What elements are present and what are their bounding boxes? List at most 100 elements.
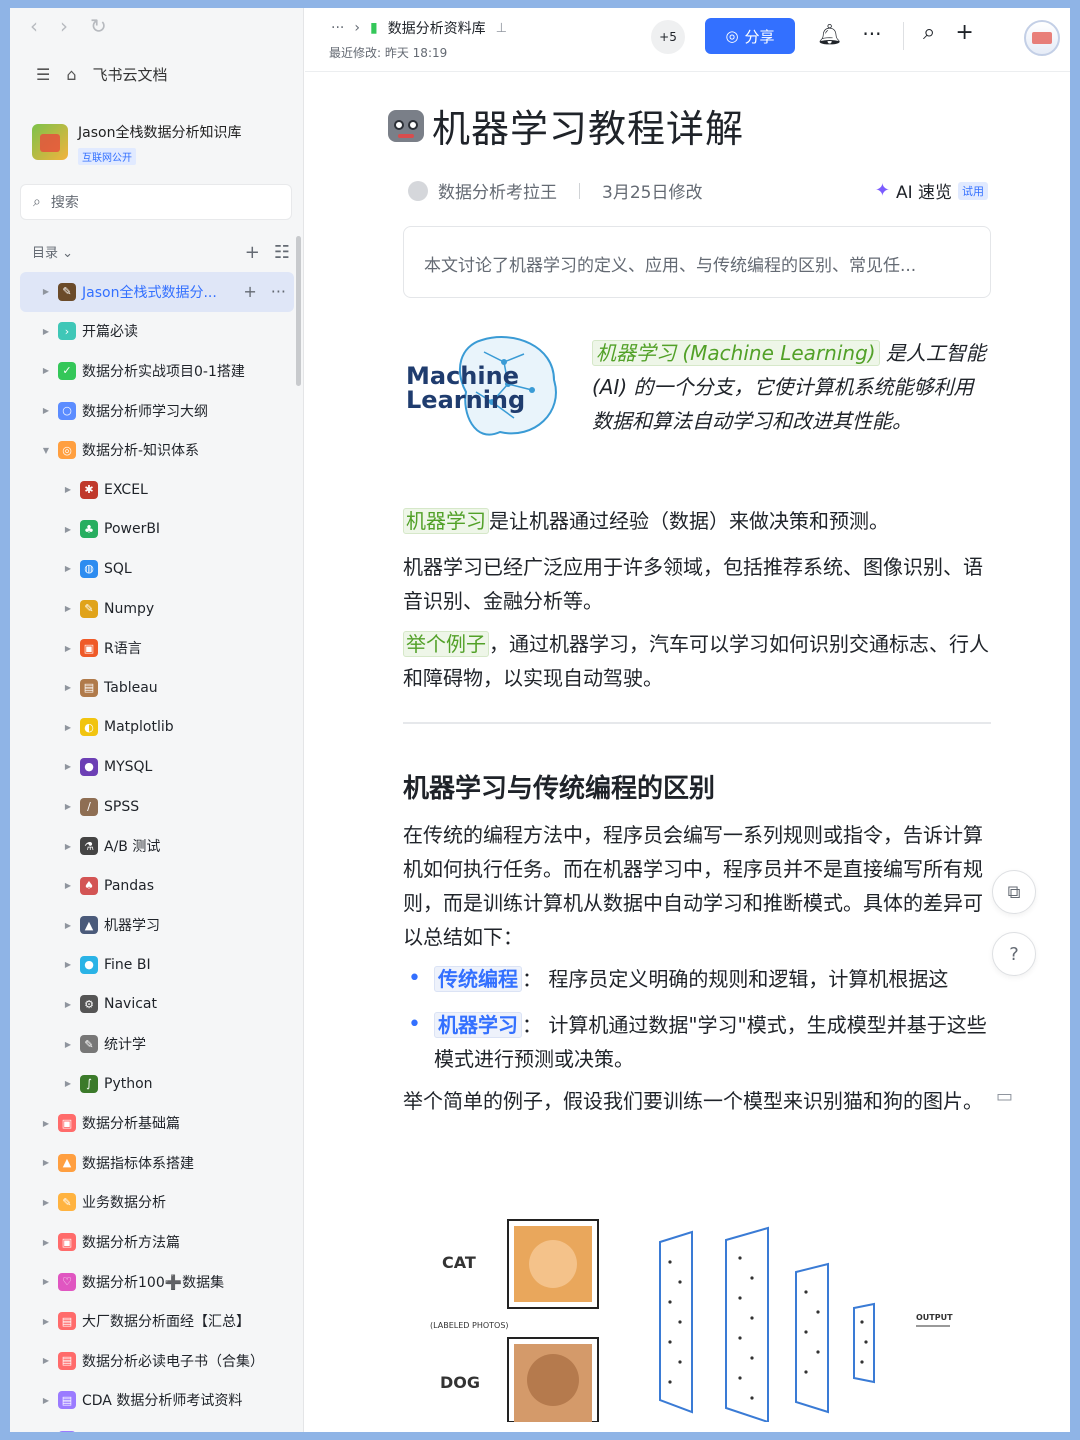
caret-down-icon[interactable]: ▼ xyxy=(40,446,52,455)
sidebar-item[interactable]: ▶ ▤ 大厂数据分析面经【汇总】 xyxy=(20,1301,294,1341)
caret-right-icon[interactable]: ▶ xyxy=(62,802,74,811)
help-icon[interactable]: ? xyxy=(992,932,1036,976)
sidebar-item[interactable]: ▶ ▲ 数据指标体系搭建 xyxy=(20,1143,294,1183)
sidebar-item[interactable]: ▶ ♡ 数据分析100➕数据集 xyxy=(20,1262,294,1302)
sidebar-item[interactable]: ▶ ✎ Numpy xyxy=(20,589,294,629)
caret-right-icon[interactable]: ▶ xyxy=(40,1158,52,1167)
caret-right-icon[interactable]: ▶ xyxy=(62,960,74,969)
share-button[interactable]: ◎ 分享 xyxy=(705,18,795,54)
caret-right-icon[interactable]: ▶ xyxy=(62,1079,74,1088)
caret-right-icon[interactable]: ▶ xyxy=(62,564,74,573)
caret-right-icon[interactable]: ▶ xyxy=(40,1317,52,1326)
page-icon: ◎ xyxy=(58,441,76,460)
add-page-icon[interactable]: + xyxy=(245,242,260,263)
caret-right-icon[interactable]: ▶ xyxy=(62,921,74,930)
page-icon: ✓ xyxy=(58,361,76,380)
page-icon: ▤ xyxy=(58,1351,76,1370)
sidebar-item[interactable]: ▶ ✱ EXCEL xyxy=(20,470,294,510)
sidebar-item[interactable]: ▶ ♠ Pandas xyxy=(20,866,294,906)
sidebar-item[interactable]: ▶ ● MYSQL xyxy=(20,747,294,787)
comment-icon[interactable]: ▭ xyxy=(996,1086,1013,1107)
knowledge-base-logo-icon xyxy=(32,124,68,160)
collapse-sidebar-icon[interactable]: ☰ xyxy=(36,65,50,84)
breadcrumb-more-icon[interactable]: ··· xyxy=(331,20,344,36)
sidebar-item[interactable]: ▶ ▤ CDA 数据分析师考试资料 xyxy=(20,1381,294,1421)
caret-right-icon[interactable]: ▶ xyxy=(40,1396,52,1405)
list-settings-icon[interactable]: ☷ xyxy=(274,242,290,263)
item-more-icon[interactable]: ··· xyxy=(271,282,286,301)
sidebar-item[interactable]: ▶ ▣ R语言 xyxy=(20,628,294,668)
sidebar-item[interactable]: ▶ ✓ 数据分析实战项目0-1搭建 xyxy=(20,351,294,391)
sidebar-item[interactable]: ▶ ✎ 业务数据分析 xyxy=(20,1183,294,1223)
sidebar-item[interactable]: ▶ ◍ SQL xyxy=(20,549,294,589)
knowledge-base-header[interactable]: Jason全栈数据分析知识库 互联网公开 xyxy=(32,118,241,165)
caret-right-icon[interactable]: ▶ xyxy=(40,406,52,415)
sidebar-item[interactable]: ▶ ▣ 数据分析方法篇 xyxy=(20,1222,294,1262)
caret-right-icon[interactable]: ▶ xyxy=(40,1356,52,1365)
caret-right-icon[interactable]: ▶ xyxy=(62,842,74,851)
sidebar-item[interactable]: ▶▤数据分析简历模版 xyxy=(20,1420,294,1432)
add-subpage-icon[interactable]: + xyxy=(243,282,256,301)
caret-right-icon[interactable]: ▶ xyxy=(62,762,74,771)
sidebar-item[interactable]: ▶ ▣ 数据分析基础篇 xyxy=(20,1103,294,1143)
sidebar-item[interactable]: ▶ ▤ 数据分析必读电子书（合集） xyxy=(20,1341,294,1381)
caret-right-icon[interactable]: ▶ xyxy=(62,881,74,890)
sidebar-item-label: 大厂数据分析面经【汇总】 xyxy=(82,1314,250,1331)
copy-link-icon[interactable]: ⧉ xyxy=(992,870,1036,914)
sidebar-item[interactable]: ▶ ◐ Matplotlib xyxy=(20,708,294,748)
pin-icon[interactable]: ⊥ xyxy=(496,21,507,36)
sidebar-item[interactable]: ▶ ▤ Tableau xyxy=(20,668,294,708)
sidebar-item[interactable]: ▶ ✎ Jason全栈式数据分... + ··· xyxy=(20,272,294,312)
caret-right-icon[interactable]: ▶ xyxy=(40,1119,52,1128)
caret-right-icon[interactable]: ▶ xyxy=(40,327,52,336)
caret-right-icon[interactable]: ▶ xyxy=(40,1198,52,1207)
author-name[interactable]: 数据分析考拉王 xyxy=(438,178,557,203)
caret-right-icon[interactable]: ▶ xyxy=(62,1040,74,1049)
robot-emoji-icon xyxy=(384,104,428,148)
sidebar-scrollbar[interactable] xyxy=(296,236,301,386)
sidebar-item[interactable]: ▶ ∫ Python xyxy=(20,1064,294,1104)
sidebar-item[interactable]: ▶ ⚙ Navicat xyxy=(20,985,294,1025)
home-label[interactable]: 飞书云文档 xyxy=(93,64,168,85)
search-icon[interactable]: ⌕ xyxy=(923,20,935,45)
caret-right-icon[interactable]: ▶ xyxy=(62,485,74,494)
bell-icon[interactable]: 🔔︎ xyxy=(817,22,842,46)
caret-right-icon[interactable]: ▶ xyxy=(62,525,74,534)
doc-title[interactable]: 机器学习教程详解 xyxy=(384,98,744,153)
sidebar-item[interactable]: ▶ ⚗ A/B 测试 xyxy=(20,826,294,866)
breadcrumb-title[interactable]: 数据分析资料库 xyxy=(388,18,486,38)
sidebar-item-label: MYSQL xyxy=(104,758,153,775)
create-icon[interactable]: + xyxy=(955,20,973,45)
caret-right-icon[interactable]: ▶ xyxy=(62,644,74,653)
caret-right-icon[interactable]: ▶ xyxy=(62,683,74,692)
collaborators-count[interactable]: +5 xyxy=(651,20,685,54)
sidebar-item[interactable]: ▶ ○ 数据分析师学习大纲 xyxy=(20,391,294,431)
public-badge: 互联网公开 xyxy=(78,148,136,165)
caret-right-icon[interactable]: ▶ xyxy=(62,604,74,613)
caret-right-icon[interactable]: ▶ xyxy=(62,723,74,732)
sidebar-item[interactable]: ▶ ♣ PowerBI xyxy=(20,510,294,550)
user-avatar[interactable] xyxy=(1024,20,1060,56)
sidebar: ‹ › ↻ ☰ ⌂ 飞书云文档 Jason全栈数据分析知识库 互联网公开 ⌕ 搜… xyxy=(10,8,304,1432)
caret-right-icon[interactable]: ▶ xyxy=(40,1277,52,1286)
caret-right-icon[interactable]: ▶ xyxy=(40,1238,52,1247)
sidebar-item[interactable]: ▼ ◎ 数据分析-知识体系 xyxy=(20,430,294,470)
sidebar-item[interactable]: ▶ ▲ 机器学习 xyxy=(20,906,294,946)
toc-dropdown[interactable]: 目录 ⌄ xyxy=(32,242,73,263)
toc-header: 目录 ⌄ + ☷ xyxy=(32,242,290,263)
ai-summary-box[interactable]: 本文讨论了机器学习的定义、应用、与传统编程的区别、常见任... xyxy=(403,226,991,298)
sidebar-item[interactable]: ▶ ∕ SPSS xyxy=(20,787,294,827)
sidebar-search-input[interactable]: ⌕ 搜索 xyxy=(20,184,292,220)
more-icon[interactable]: ··· xyxy=(862,22,881,46)
caret-right-icon[interactable]: ▶ xyxy=(40,287,52,296)
sidebar-item[interactable]: ▶ › 开篇必读 xyxy=(20,312,294,352)
sidebar-item[interactable]: ▶ ✎ 统计学 xyxy=(20,1024,294,1064)
sidebar-item[interactable]: ▶ ● Fine BI xyxy=(20,945,294,985)
forward-icon[interactable]: › xyxy=(60,14,68,38)
back-icon[interactable]: ‹ xyxy=(30,14,38,38)
home-icon[interactable]: ⌂ xyxy=(66,65,76,84)
refresh-icon[interactable]: ↻ xyxy=(90,14,107,38)
caret-right-icon[interactable]: ▶ xyxy=(40,366,52,375)
caret-right-icon[interactable]: ▶ xyxy=(62,1000,74,1009)
ai-summary-button[interactable]: ✦ AI 速览 试用 xyxy=(875,178,988,203)
